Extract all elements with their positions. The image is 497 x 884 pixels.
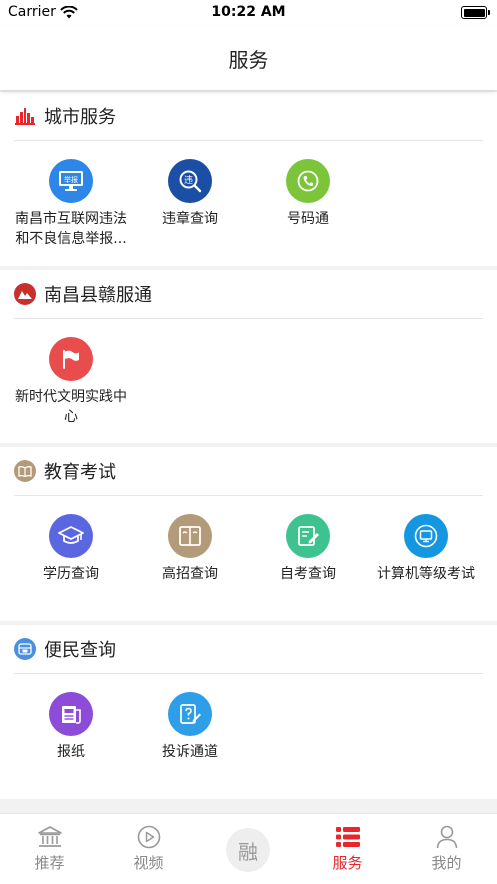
- service-item-label: 报纸: [57, 744, 85, 760]
- section-header: 城市服务: [14, 104, 116, 128]
- computer-icon: [404, 514, 448, 558]
- divider: [14, 495, 483, 496]
- city-skyline-icon: [14, 105, 36, 127]
- phone-icon: [286, 159, 330, 203]
- section-convenience-query: 便民查询 报纸 投诉通道: [0, 625, 497, 799]
- status-time: 10:22 AM: [211, 4, 286, 20]
- battery-icon: [461, 6, 490, 19]
- edit-document-icon: [286, 514, 330, 558]
- tab-video[interactable]: 视频: [99, 824, 198, 873]
- service-item-label: 计算机等级考试: [377, 566, 475, 582]
- tab-rong[interactable]: 融: [226, 828, 270, 872]
- flag-icon: [49, 337, 93, 381]
- newspaper-icon: [49, 692, 93, 736]
- service-item-degree-query[interactable]: 学历查询: [12, 514, 130, 584]
- tab-recommend[interactable]: 推荐: [0, 824, 99, 873]
- page-title: 服务: [228, 48, 269, 72]
- play-circle-icon: [99, 824, 198, 850]
- service-item-label: 号码通: [287, 211, 329, 227]
- user-icon: [397, 824, 496, 850]
- divider: [14, 140, 483, 141]
- report-monitor-icon: 举报: [49, 159, 93, 203]
- divider: [14, 318, 483, 319]
- service-item-label: 自考查询: [280, 566, 336, 582]
- landmark-icon: [0, 824, 99, 850]
- service-item-number-pass[interactable]: 号码通: [249, 159, 367, 229]
- service-item-admission-query[interactable]: 高招查询: [131, 514, 249, 584]
- navigation-bar: 服务: [0, 26, 497, 90]
- service-item-violation-query[interactable]: 违 违章查询: [131, 159, 249, 229]
- tab-label: 我的: [431, 854, 462, 872]
- service-item-label: 违章查询: [162, 211, 218, 227]
- section-title: 便民查询: [44, 640, 116, 661]
- service-item-label: 学历查询: [43, 566, 99, 582]
- divider: [14, 673, 483, 674]
- tab-bar: 推荐 视频 融 服务 我的: [0, 813, 497, 884]
- list-icon: [298, 824, 397, 850]
- service-item-computer-exam[interactable]: 计算机等级考试: [367, 514, 485, 584]
- graduation-cap-icon: [49, 514, 93, 558]
- ganfutong-logo-icon: [14, 283, 36, 305]
- section-header: 南昌县赣服通: [14, 282, 152, 306]
- service-item-label: 新时代文明实践中心: [15, 389, 127, 425]
- rong-icon: 融: [238, 839, 258, 864]
- service-item-label: 投诉通道: [162, 744, 218, 760]
- traffic-violation-search-icon: 违: [168, 159, 212, 203]
- service-item-complaint-channel[interactable]: 投诉通道: [131, 692, 249, 762]
- complaint-icon: [168, 692, 212, 736]
- service-item-label: 高招查询: [162, 566, 218, 582]
- tab-mine[interactable]: 我的: [397, 824, 496, 873]
- convenience-icon: [14, 638, 36, 660]
- svg-text:举报: 举报: [64, 175, 78, 184]
- tab-label: 视频: [133, 854, 164, 872]
- tab-label: 服务: [332, 854, 363, 872]
- status-bar: Carrier 10:22 AM: [0, 0, 497, 26]
- service-item-internet-report[interactable]: 举报 南昌市互联网违法和不良信息举报...: [12, 159, 130, 249]
- tab-services[interactable]: 服务: [298, 824, 397, 873]
- svg-text:违: 违: [184, 175, 193, 186]
- service-item-newspaper[interactable]: 报纸: [12, 692, 130, 762]
- section-education-exams: 教育考试 学历查询 高招查询 自考查询 计算机等级考试: [0, 447, 497, 621]
- open-book-icon: [168, 514, 212, 558]
- service-item-civilization-center[interactable]: 新时代文明实践中心: [12, 337, 130, 427]
- section-header: 教育考试: [14, 459, 116, 483]
- section-city-services: 城市服务 举报 南昌市互联网违法和不良信息举报... 违 违章查询 号码通: [0, 92, 497, 266]
- service-item-self-exam-query[interactable]: 自考查询: [249, 514, 367, 584]
- section-title: 南昌县赣服通: [44, 285, 152, 306]
- section-title: 城市服务: [44, 107, 116, 128]
- section-title: 教育考试: [44, 462, 116, 483]
- section-header: 便民查询: [14, 637, 116, 661]
- book-icon: [14, 460, 36, 482]
- tab-label: 推荐: [34, 854, 65, 872]
- section-nanchang-ganfutong: 南昌县赣服通 新时代文明实践中心: [0, 270, 497, 443]
- service-item-label: 南昌市互联网违法和不良信息举报...: [15, 211, 127, 247]
